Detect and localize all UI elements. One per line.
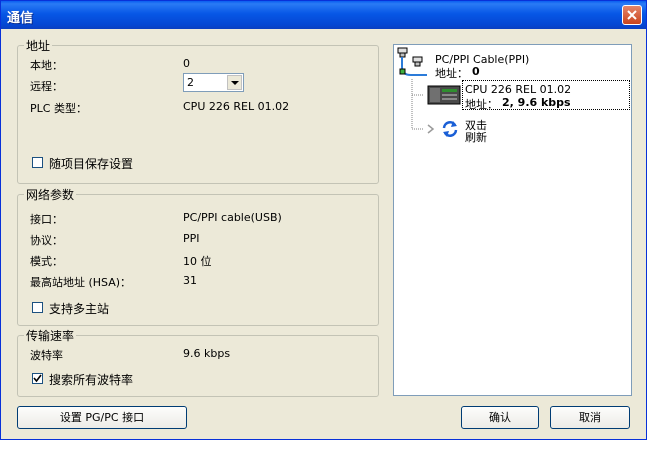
cpu-icon [427, 85, 461, 105]
remote-value: 2 [187, 76, 194, 89]
search-all-rates-checkbox[interactable] [32, 373, 43, 384]
dropdown-arrow[interactable] [227, 75, 242, 90]
network-tree[interactable]: PC/PPI Cable(PPI) 地址： 0 CPU 226 REL 01.0… [393, 44, 632, 396]
pc-ppi-cable-icon [397, 47, 427, 76]
close-icon [627, 10, 637, 20]
multimaster-label: 支持多主站 [49, 302, 110, 316]
plc-type-value: CPU 226 REL 01.02 [183, 100, 290, 113]
setup-pgpc-button[interactable]: 设置 PG/PC 接口 [17, 406, 187, 429]
cancel-button[interactable]: 取消 [550, 406, 630, 429]
cable-address-value: 0 [472, 65, 480, 78]
communication-dialog: 通信 地址 本地： 0 远程： 2 PLC 类型： CPU 226 REL 01… [0, 0, 647, 440]
protocol-value: PPI [183, 232, 200, 245]
refresh-icon[interactable] [440, 119, 460, 139]
rate-legend: 传输速率 [26, 329, 75, 343]
hsa-value: 31 [183, 274, 197, 287]
cpu-name: CPU 226 REL 01.02 [465, 83, 572, 96]
address-legend: 地址 [26, 39, 51, 53]
baud-label: 波特率 [30, 349, 63, 362]
ok-button[interactable]: 确认 [461, 406, 539, 429]
network-legend: 网络参数 [26, 188, 75, 202]
protocol-label: 协议： [30, 234, 63, 247]
chevron-down-icon [231, 81, 239, 85]
cpu-address-prefix: 地址： [465, 98, 498, 111]
baud-value: 9.6 kbps [183, 347, 231, 360]
hsa-label: 最高站地址 (HSA)： [30, 276, 132, 289]
mode-value: 10 位 [183, 255, 212, 268]
cpu-address-value: 2, 9.6 kbps [502, 96, 571, 109]
local-label: 本地： [30, 59, 63, 72]
remote-address-select[interactable]: 2 [183, 73, 244, 92]
cable-address-prefix: 地址： [435, 67, 468, 80]
title-bar[interactable]: 通信 [1, 1, 646, 29]
local-value: 0 [183, 57, 190, 70]
multimaster-checkbox[interactable] [32, 302, 43, 313]
save-with-project-checkbox[interactable] [32, 157, 43, 168]
close-button[interactable] [622, 5, 642, 25]
remote-label: 远程： [30, 80, 63, 93]
checkmark-icon [33, 374, 42, 383]
interface-label: 接口： [30, 213, 63, 226]
search-all-rates-label: 搜索所有波特率 [49, 373, 134, 387]
arrow-right-icon [427, 124, 435, 134]
plc-type-label: PLC 类型： [30, 102, 87, 115]
save-with-project-label: 随项目保存设置 [49, 157, 134, 171]
window-title: 通信 [7, 11, 34, 26]
interface-value: PC/PPI cable(USB) [183, 211, 282, 224]
refresh-line2: 刷新 [465, 131, 487, 144]
mode-label: 模式： [30, 255, 63, 268]
